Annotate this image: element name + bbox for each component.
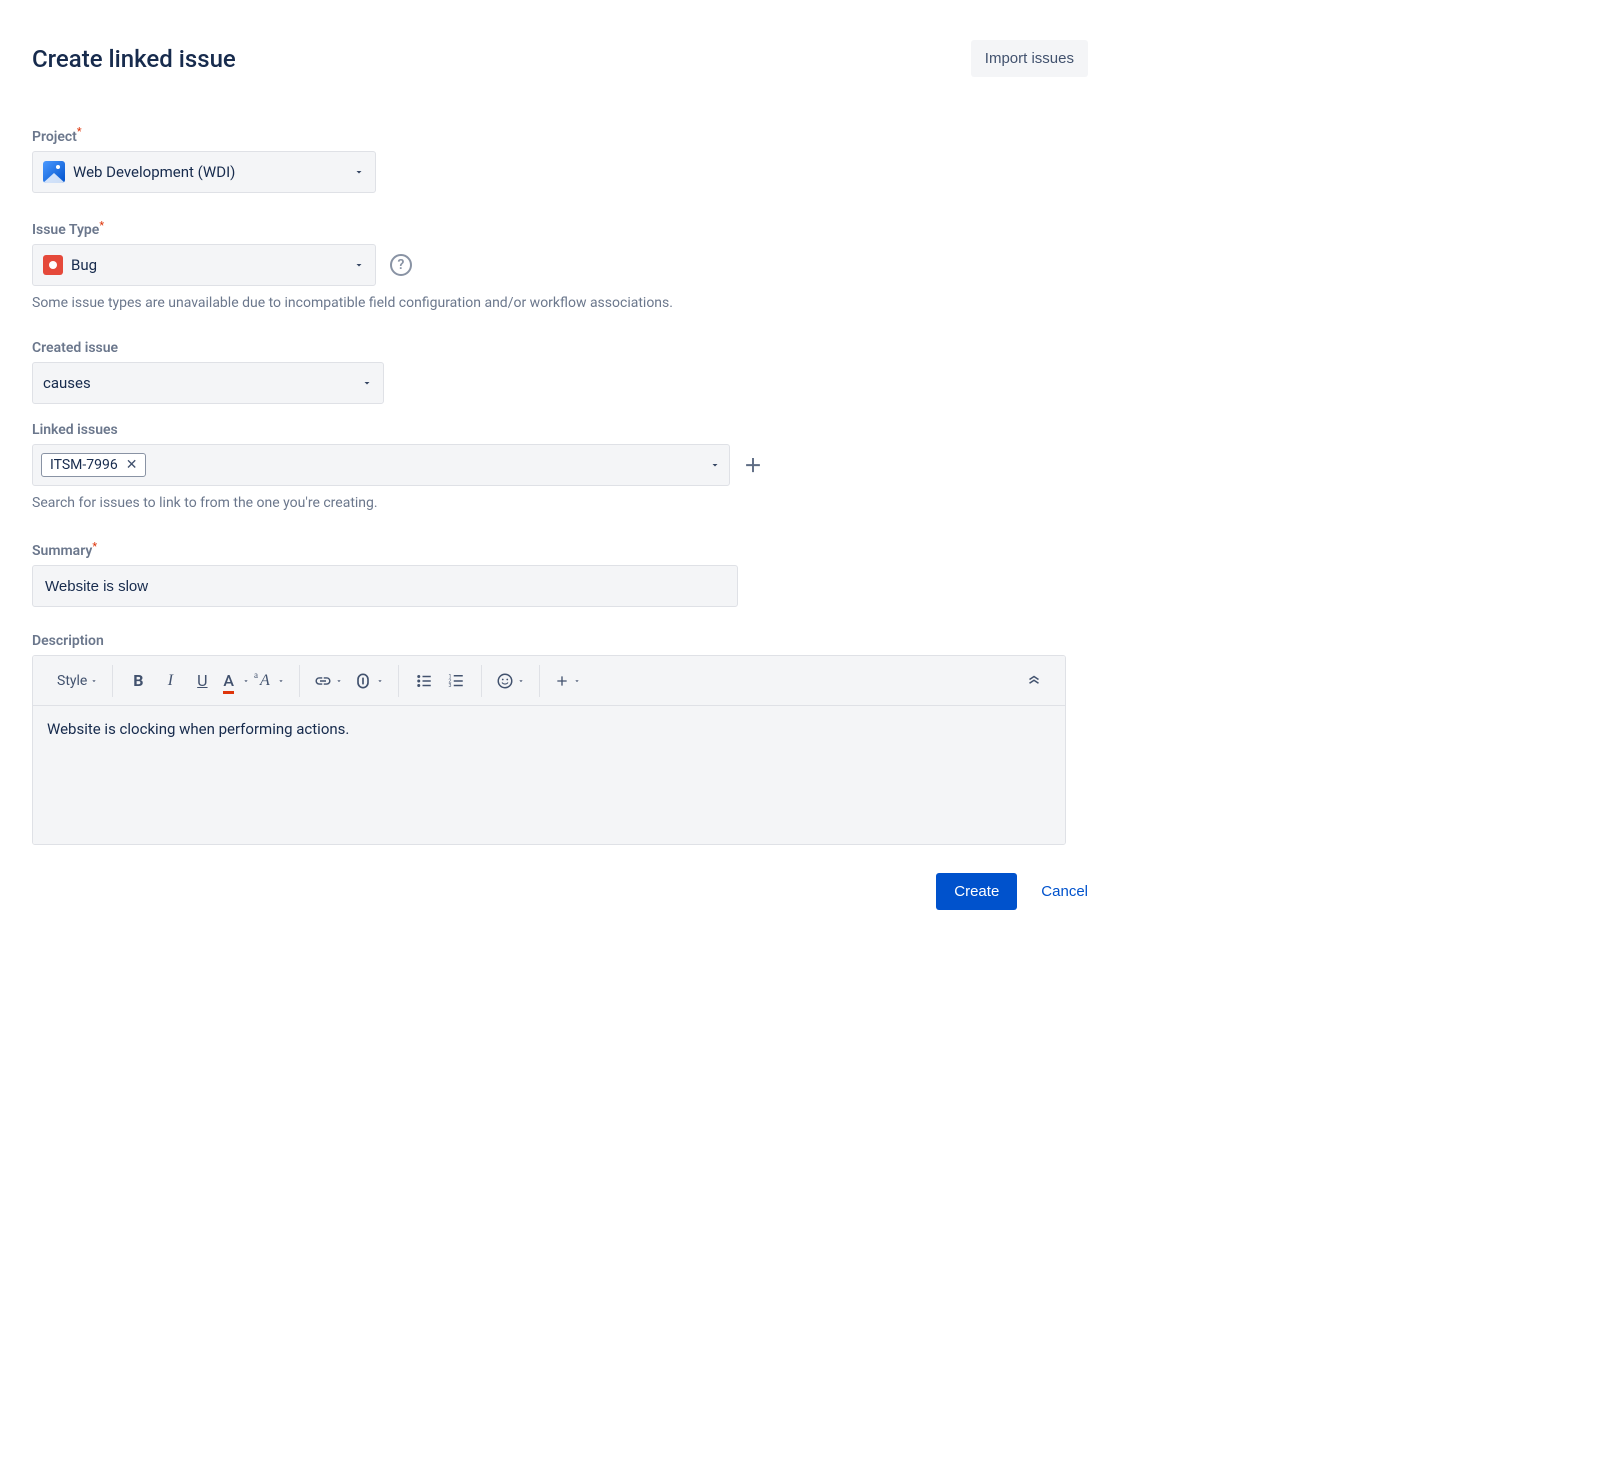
emoji-icon	[496, 672, 514, 690]
editor-toolbar: Style B I U A A	[33, 656, 1065, 706]
issue-type-field-group: Issue Type* Bug ? Some issue types are u…	[32, 219, 1088, 314]
chevron-down-icon	[517, 677, 525, 685]
required-indicator: *	[92, 540, 97, 553]
clear-format-icon: A	[260, 672, 270, 690]
insert-more-button[interactable]	[550, 665, 585, 697]
plus-icon	[554, 673, 570, 689]
dialog-title: Create linked issue	[32, 45, 236, 73]
issue-type-helper: Some issue types are unavailable due to …	[32, 294, 1088, 314]
chevron-down-icon	[335, 677, 343, 685]
summary-field-group: Summary*	[32, 540, 1088, 608]
numbered-list-icon: 123	[447, 672, 465, 690]
attachment-button[interactable]	[349, 665, 388, 697]
issue-type-label: Issue Type	[32, 222, 99, 238]
project-field-group: Project* Web Development (WDI)	[32, 125, 1088, 193]
create-button[interactable]: Create	[936, 873, 1017, 910]
chevron-down-icon	[277, 677, 285, 685]
link-icon	[314, 672, 332, 690]
project-select[interactable]: Web Development (WDI)	[32, 151, 376, 193]
project-value: Web Development (WDI)	[73, 163, 235, 181]
text-color-button[interactable]: A	[219, 665, 254, 697]
project-label: Project	[32, 129, 77, 145]
text-color-icon: A	[223, 671, 234, 690]
linked-issues-field-group: Linked issues ITSM-7996 ✕ ＋ Search for i…	[32, 422, 1088, 514]
emoji-button[interactable]	[492, 665, 529, 697]
description-label: Description	[32, 633, 104, 649]
help-icon[interactable]: ?	[390, 254, 412, 276]
chevron-down-icon	[376, 677, 384, 685]
project-avatar-icon	[43, 161, 65, 183]
underline-button[interactable]: U	[187, 665, 217, 697]
collapse-toolbar-button[interactable]	[1019, 665, 1049, 697]
issue-type-select[interactable]: Bug	[32, 244, 376, 286]
style-dropdown[interactable]: Style	[53, 665, 102, 697]
numbered-list-button[interactable]: 123	[441, 665, 471, 697]
created-issue-value: causes	[43, 374, 91, 392]
chevron-down-icon	[573, 677, 581, 685]
svg-text:3: 3	[448, 683, 451, 689]
created-issue-select[interactable]: causes	[32, 362, 384, 404]
chevron-down-icon	[709, 459, 721, 471]
linked-issues-select[interactable]: ITSM-7996 ✕	[32, 444, 730, 486]
link-button[interactable]	[310, 665, 347, 697]
chevron-down-icon	[242, 677, 250, 685]
bold-button[interactable]: B	[123, 665, 153, 697]
created-issue-field-group: Created issue causes	[32, 340, 1088, 404]
bug-icon	[43, 255, 63, 275]
chevron-down-icon	[353, 259, 365, 271]
chevron-down-icon	[353, 166, 365, 178]
description-textarea[interactable]: Website is clocking when performing acti…	[33, 706, 1065, 844]
description-editor: Style B I U A A	[32, 655, 1066, 845]
attachment-icon	[353, 671, 373, 691]
add-linked-issue-icon[interactable]: ＋	[744, 452, 762, 478]
chevron-down-icon	[361, 377, 373, 389]
linked-issue-tag: ITSM-7996 ✕	[41, 453, 146, 477]
linked-issue-key: ITSM-7996	[50, 457, 118, 473]
cancel-button[interactable]: Cancel	[1041, 883, 1088, 900]
summary-label: Summary	[32, 543, 92, 559]
import-issues-button[interactable]: Import issues	[971, 40, 1088, 77]
dialog-footer: Create Cancel	[32, 873, 1088, 910]
remove-tag-icon[interactable]: ✕	[126, 457, 138, 473]
chevron-down-icon	[90, 677, 98, 685]
created-issue-label: Created issue	[32, 340, 118, 356]
summary-input[interactable]	[32, 565, 738, 607]
bullet-list-icon	[415, 672, 433, 690]
issue-type-value: Bug	[71, 256, 97, 274]
clear-formatting-button[interactable]: A	[256, 665, 289, 697]
style-label: Style	[57, 673, 87, 689]
bullet-list-button[interactable]	[409, 665, 439, 697]
dialog-header: Create linked issue Import issues	[32, 40, 1088, 77]
required-indicator: *	[77, 125, 82, 138]
required-indicator: *	[99, 219, 104, 232]
italic-button[interactable]: I	[155, 665, 185, 697]
collapse-icon	[1025, 672, 1043, 690]
linked-issues-helper: Search for issues to link to from the on…	[32, 494, 1088, 514]
description-field-group: Description Style B I U A A	[32, 633, 1088, 845]
linked-issues-label: Linked issues	[32, 422, 118, 438]
